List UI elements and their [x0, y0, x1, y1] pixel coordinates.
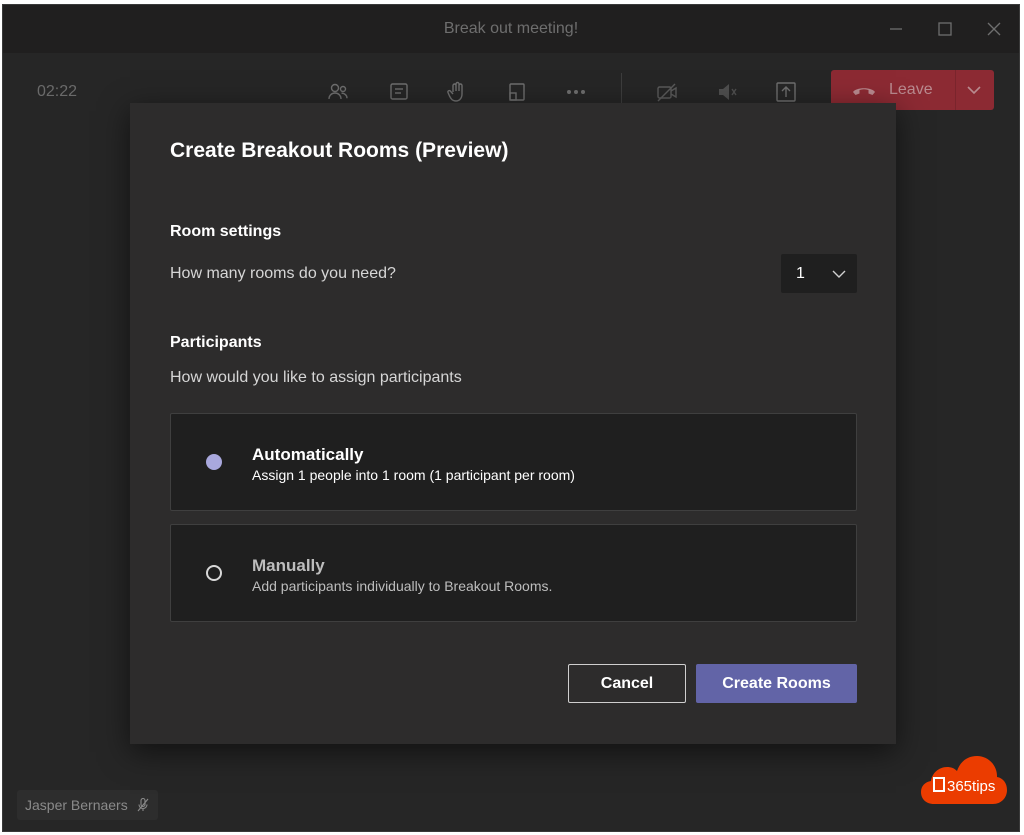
participant-name: Jasper Bernaers: [25, 797, 128, 813]
option-description: Assign 1 people into 1 room (1 participa…: [252, 467, 575, 483]
minimize-icon[interactable]: [884, 17, 908, 41]
dialog-title: Create Breakout Rooms (Preview): [170, 139, 509, 162]
chevron-down-icon[interactable]: [965, 82, 983, 98]
hang-up-icon: [853, 88, 875, 95]
maximize-icon[interactable]: [933, 17, 957, 41]
badge-text: 365tips: [947, 778, 995, 795]
participant-tile: Jasper Bernaers: [17, 790, 158, 820]
window-title: Break out meeting!: [443, 20, 579, 37]
teams-meeting-window: Break out meeting! 02:22 Leave Jasper Be…: [2, 4, 1020, 832]
radio-manually[interactable]: [206, 565, 222, 581]
leave-divider: [955, 70, 956, 110]
rooms-icon[interactable]: [504, 79, 530, 105]
mic-muted-icon: [137, 798, 149, 812]
create-rooms-button[interactable]: Create Rooms: [696, 664, 857, 703]
share-screen-icon[interactable]: [773, 79, 799, 105]
assign-manually-option[interactable]: Manually Add participants individually t…: [170, 524, 857, 622]
leave-label: Leave: [889, 81, 933, 98]
assign-question: How would you like to assign participant…: [170, 369, 462, 386]
assign-automatically-option[interactable]: Automatically Assign 1 people into 1 roo…: [170, 413, 857, 511]
participants-icon[interactable]: [325, 79, 351, 105]
room-count-dropdown[interactable]: 1: [781, 254, 857, 293]
cancel-button[interactable]: Cancel: [568, 664, 686, 703]
participants-heading: Participants: [170, 334, 262, 351]
create-breakout-rooms-dialog: Create Breakout Rooms (Preview) Room set…: [130, 103, 896, 744]
option-description: Add participants individually to Breakou…: [252, 578, 553, 594]
365tips-logo: 365tips: [920, 750, 1008, 806]
more-options-icon[interactable]: [563, 79, 589, 105]
chevron-down-icon: [832, 270, 846, 278]
option-title: Manually: [252, 556, 325, 575]
close-icon[interactable]: [982, 17, 1006, 41]
radio-automatically[interactable]: [206, 454, 222, 470]
camera-off-icon[interactable]: [654, 79, 680, 105]
room-settings-heading: Room settings: [170, 223, 282, 240]
room-count-value: 1: [796, 265, 805, 282]
raise-hand-icon[interactable]: [444, 79, 470, 105]
rooms-question: How many rooms do you need?: [170, 265, 396, 282]
option-title: Automatically: [252, 445, 364, 464]
mic-muted-icon[interactable]: [714, 79, 740, 105]
meeting-timer: 02:22: [37, 83, 78, 100]
chat-icon[interactable]: [386, 79, 412, 105]
title-bar: Break out meeting!: [3, 5, 1019, 53]
